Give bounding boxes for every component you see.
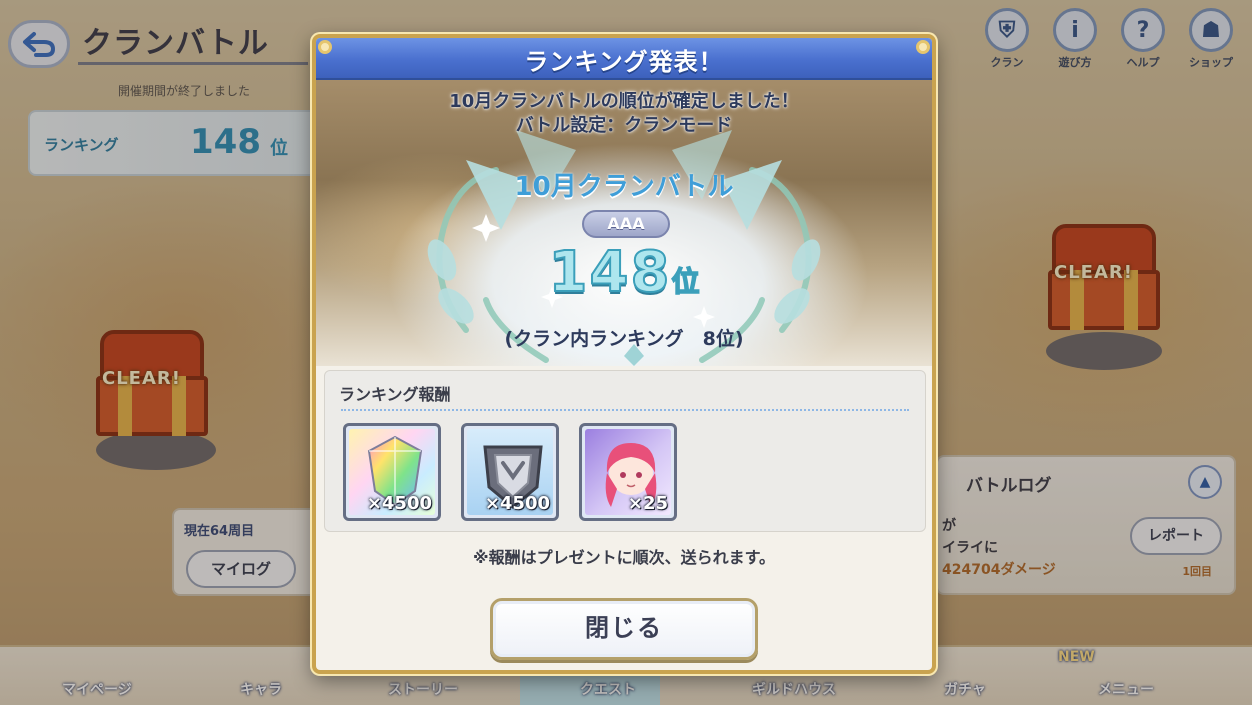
final-rank: 148位 bbox=[316, 239, 932, 306]
ranking-announcement-dialog: ランキング発表！ 10月クランバトルの順位が確定しました！ バトル設定：クランモ… bbox=[312, 34, 936, 674]
reward-quantity: ×25 bbox=[627, 493, 668, 514]
reward-item[interactable]: ×4500 bbox=[343, 423, 441, 521]
event-name: 10月クランバトル bbox=[514, 172, 734, 202]
rank-unit: 位 bbox=[671, 264, 701, 299]
confirm-line-2: バトル設定：クランモード bbox=[515, 115, 733, 136]
clan-internal-rank: (クラン内ランキング 8位) bbox=[504, 328, 744, 350]
ranking-hero-banner: 10月クランバトルの順位が確定しました！ バトル設定：クランモード 10月クラン… bbox=[316, 80, 932, 366]
reward-item[interactable]: ×4500 bbox=[461, 423, 559, 521]
ranking-reward-section: ランキング報酬 ×4500 ×4500 ×25 bbox=[324, 370, 926, 532]
rank-number: 148 bbox=[548, 239, 672, 306]
dialog-title: ランキング発表！ bbox=[524, 48, 724, 76]
dotted-divider bbox=[341, 409, 909, 411]
reward-section-title: ランキング報酬 bbox=[339, 385, 451, 404]
corner-ornament bbox=[318, 40, 332, 54]
reward-item[interactable]: ×25 bbox=[579, 423, 677, 521]
reward-quantity: ×4500 bbox=[484, 493, 550, 514]
confirm-line-1: 10月クランバトルの順位が確定しました！ bbox=[449, 91, 799, 112]
close-button[interactable]: 閉じる bbox=[490, 598, 758, 660]
corner-ornament bbox=[916, 40, 930, 54]
grade-badge: AAA bbox=[582, 210, 670, 238]
confirm-message: 10月クランバトルの順位が確定しました！ バトル設定：クランモード bbox=[316, 90, 932, 138]
dialog-header: ランキング発表！ bbox=[316, 38, 932, 80]
reward-delivery-note: ※報酬はプレゼントに順次、送られます。 bbox=[473, 548, 775, 567]
reward-quantity: ×4500 bbox=[366, 493, 432, 514]
